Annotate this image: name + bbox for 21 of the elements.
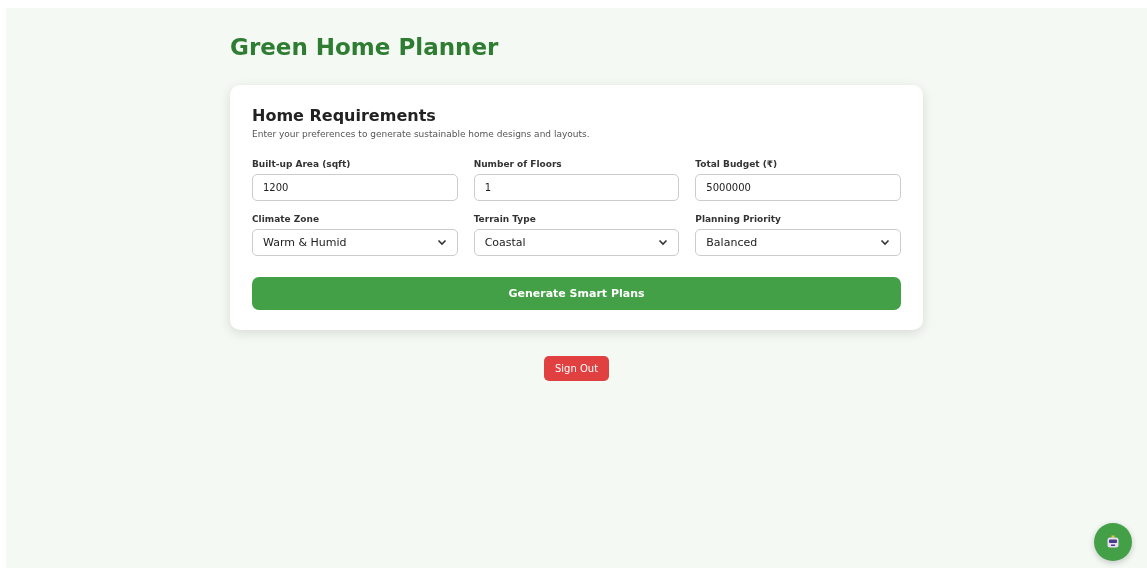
field-label: Terrain Type bbox=[473, 214, 537, 224]
chevron-down-icon bbox=[880, 239, 890, 246]
page-title: Green Home Planner bbox=[230, 34, 500, 60]
dropdown[interactable]: Coastal bbox=[473, 229, 680, 256]
dropdown[interactable]: Balanced bbox=[695, 229, 901, 256]
chevron-down-icon bbox=[436, 239, 447, 246]
dropdown[interactable]: Warm & Humid bbox=[252, 229, 458, 256]
chevron-down-icon bbox=[658, 239, 669, 246]
card-title: Home Requirements bbox=[252, 106, 437, 126]
field-label: Climate Zone bbox=[252, 214, 320, 224]
text-field[interactable]: 1 bbox=[473, 174, 680, 201]
robot-icon bbox=[1106, 535, 1120, 549]
chatbot-button[interactable] bbox=[1094, 523, 1132, 561]
text-field[interactable]: 1200 bbox=[252, 174, 458, 201]
card-description: Enter your preferences to generate sustainable home designs and layouts. bbox=[252, 129, 591, 139]
field-label: Total Budget (₹) bbox=[695, 159, 779, 169]
sign-out-button[interactable]: Sign Out bbox=[543, 356, 610, 381]
text-field[interactable]: 5000000 bbox=[695, 174, 901, 201]
field-label: Planning Priority bbox=[695, 214, 782, 224]
field-label: Built-up Area (sqft) bbox=[252, 159, 352, 169]
field-label: Number of Floors bbox=[473, 159, 563, 169]
